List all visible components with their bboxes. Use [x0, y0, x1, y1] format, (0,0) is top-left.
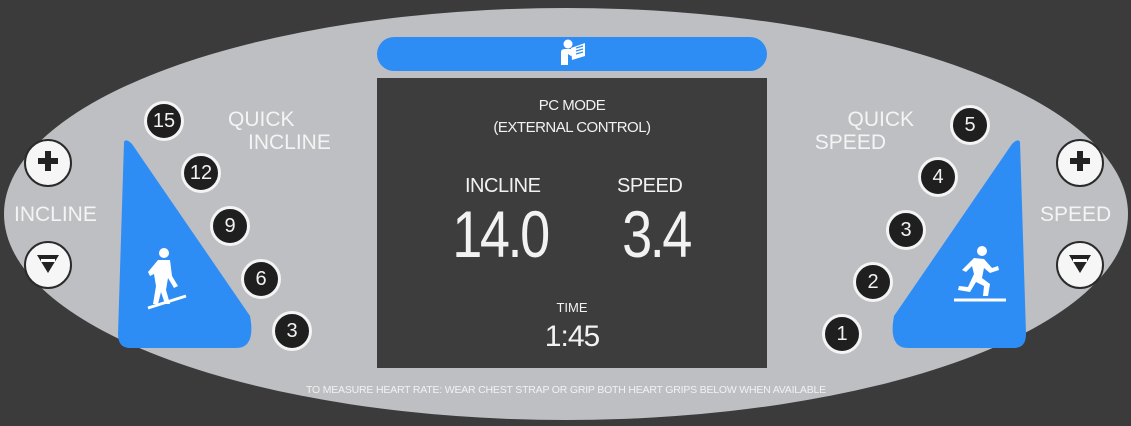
quick-incline-12-button[interactable]: 12 [181, 153, 221, 193]
mode-line-1: PC MODE [538, 97, 606, 114]
quick-speed-line1: QUICK [847, 108, 914, 131]
quick-incline-6-button[interactable]: 6 [241, 259, 281, 299]
time-value: 1:45 [544, 320, 600, 353]
incline-value: 14.0 [452, 197, 550, 271]
heart-rate-footnote: TO MEASURE HEART RATE: WEAR CHEST STRAP … [306, 384, 826, 396]
quick-incline-line1: QUICK [228, 108, 295, 131]
runner-icon [948, 244, 1008, 313]
incline-down-button[interactable] [24, 241, 72, 289]
plus-icon [1068, 149, 1092, 178]
top-bar [377, 37, 767, 71]
incline-label: INCLINE [465, 175, 541, 197]
speed-label: SPEED [617, 175, 683, 197]
time-label: TIME [556, 300, 588, 315]
quick-speed-1-button[interactable]: 1 [822, 314, 862, 354]
incline-side-label: INCLINE [14, 203, 97, 226]
display-screen: PC MODE (EXTERNAL CONTROL) INCLINE SPEED… [377, 78, 767, 368]
incline-up-button[interactable] [24, 139, 72, 187]
speed-up-button[interactable] [1056, 139, 1104, 187]
quick-speed-5-button[interactable]: 5 [950, 105, 990, 145]
plus-icon [36, 149, 60, 178]
minus-icon [35, 251, 61, 280]
minus-icon [1067, 251, 1093, 280]
quick-speed-4-button[interactable]: 4 [918, 157, 958, 197]
quick-incline-line2: INCLINE [248, 131, 331, 154]
speed-side-label: SPEED [1040, 203, 1112, 226]
quick-speed-3-button[interactable]: 3 [886, 210, 926, 250]
quick-incline-15-button[interactable]: 15 [144, 101, 184, 141]
quick-speed-line2: SPEED [814, 131, 886, 154]
mode-line-2: (EXTERNAL CONTROL) [493, 119, 651, 136]
console-panel: PC MODE (EXTERNAL CONTROL) INCLINE SPEED… [4, 8, 1128, 420]
reading-person-icon [556, 38, 588, 71]
quick-incline-9-button[interactable]: 9 [210, 206, 250, 246]
quick-speed-2-button[interactable]: 2 [853, 262, 893, 302]
quick-incline-3-button[interactable]: 3 [272, 311, 312, 351]
speed-down-button[interactable] [1056, 241, 1104, 289]
speed-value: 3.4 [622, 197, 692, 271]
hiker-incline-icon [142, 246, 190, 315]
